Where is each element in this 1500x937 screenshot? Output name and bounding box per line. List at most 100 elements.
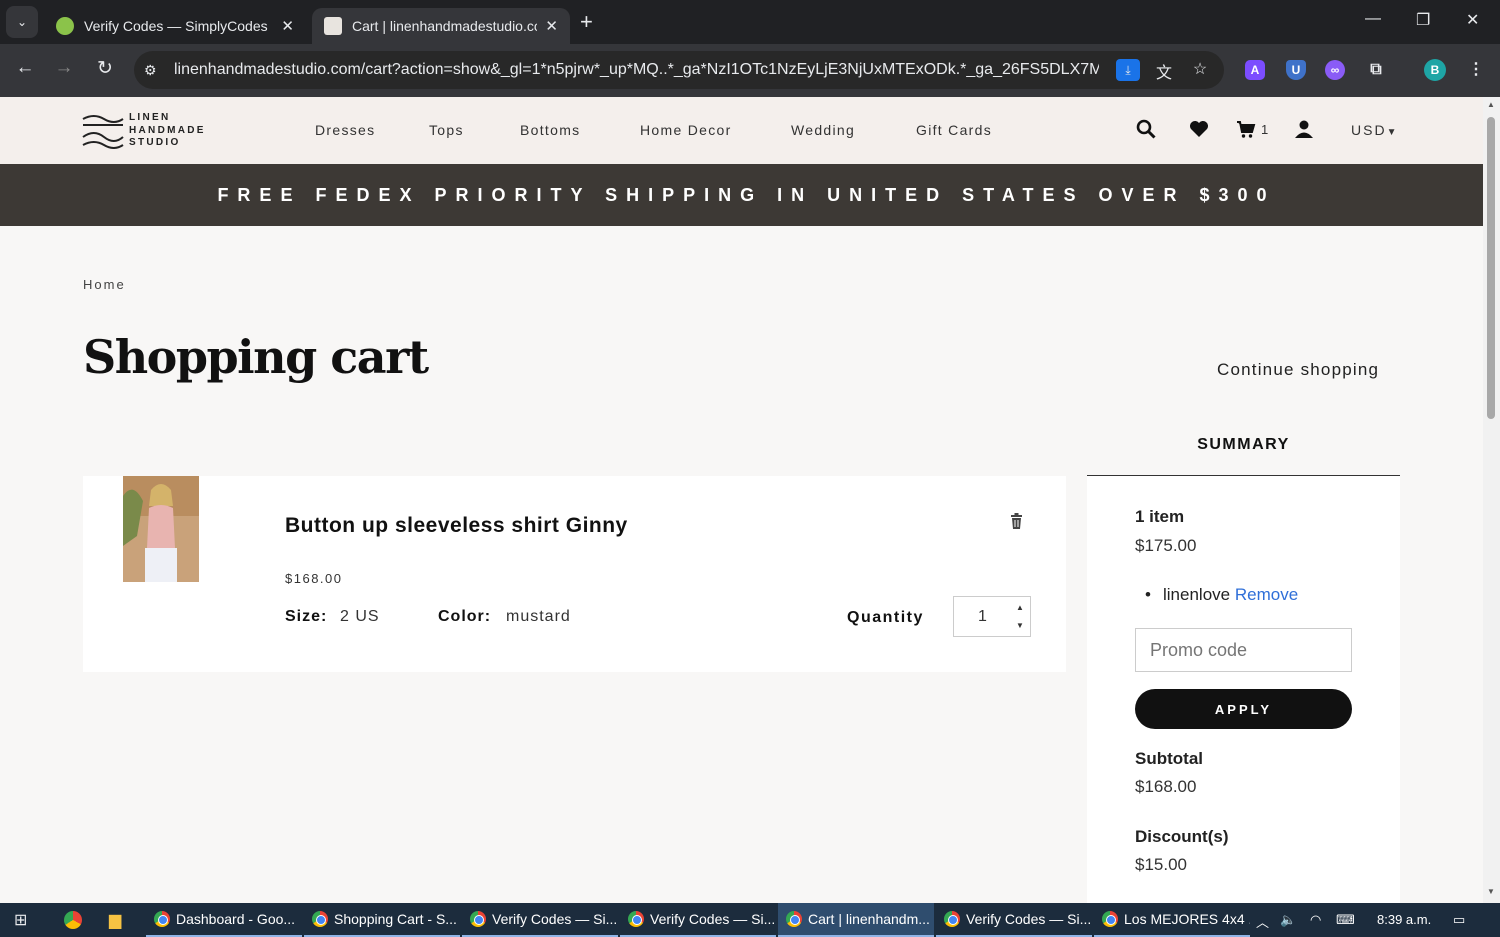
quantity-stepper[interactable]: 1 ▲ ▼ [953, 596, 1031, 637]
tab-search-button[interactable]: ⌄ [6, 6, 38, 38]
chrome-icon [944, 911, 960, 927]
cart-count-badge[interactable]: 1 [1261, 122, 1268, 137]
extension-a-icon[interactable]: A [1245, 60, 1265, 80]
page-scrollbar[interactable]: ▲ ▼ [1483, 97, 1500, 903]
browser-menu-icon[interactable]: ⋮ [1466, 60, 1486, 80]
nav-bottoms[interactable]: Bottoms [520, 122, 580, 138]
applied-promo-code: linenlove Remove [1145, 585, 1298, 605]
scrollbar-thumb[interactable] [1487, 117, 1495, 419]
chrome-icon [1102, 911, 1118, 927]
size-value: 2 US [340, 608, 380, 625]
cart-item: Button up sleeveless shirt Ginny $168.00… [83, 476, 1066, 672]
nav-dresses[interactable]: Dresses [315, 122, 375, 138]
reload-icon[interactable]: ↻ [92, 57, 118, 80]
decrement-icon[interactable]: ▼ [1016, 621, 1024, 630]
logo-waves-icon [82, 114, 124, 149]
extensions-puzzle-icon[interactable]: ⧉ [1366, 60, 1386, 80]
extension-swirl-icon[interactable]: ∞ [1325, 60, 1345, 80]
heart-icon[interactable] [1189, 119, 1209, 144]
wifi-icon[interactable]: ◠ [1310, 912, 1321, 928]
taskbar-app[interactable]: Cart | linenhandm... [778, 903, 934, 937]
logo-line: HANDMADE [129, 124, 206, 136]
quantity-label: Quantity [847, 609, 924, 626]
order-summary: 1 item $175.00 linenlove Remove APPLY Su… [1087, 476, 1400, 903]
remove-promo-link[interactable]: Remove [1235, 585, 1298, 604]
volume-icon[interactable]: 🔈 [1280, 912, 1296, 928]
translate-icon[interactable]: 文 [1152, 59, 1176, 82]
subtotal-label: Subtotal [1135, 749, 1203, 768]
extension-shield-icon[interactable]: U [1286, 60, 1306, 80]
keyboard-icon[interactable]: ⌨ [1336, 912, 1355, 928]
chrome-icon [628, 911, 644, 927]
color-label: Color: [438, 608, 492, 625]
chrome-icon [154, 911, 170, 927]
taskbar-app-title: Verify Codes — Si... [650, 911, 776, 927]
logo-text: LINEN HANDMADE STUDIO [129, 112, 206, 150]
start-grid-icon[interactable]: ⊞ [14, 910, 27, 930]
simplycodes-favicon-icon [56, 17, 74, 35]
site-logo[interactable]: LINEN HANDMADE STUDIO [82, 112, 206, 150]
apply-button[interactable]: APPLY [1135, 689, 1352, 729]
tray-chevron-up-icon[interactable]: ︿ [1256, 912, 1269, 931]
browser-tab-simplycodes[interactable]: Verify Codes — SimplyCodes ✕ [44, 8, 306, 44]
profile-avatar[interactable]: B [1424, 59, 1446, 81]
close-tab-icon[interactable]: ✕ [281, 17, 294, 35]
continue-shopping-link[interactable]: Continue shopping [1217, 360, 1379, 380]
new-tab-button[interactable]: + [580, 9, 593, 35]
taskbar-app-title: Verify Codes — Si... [492, 911, 618, 927]
product-thumbnail[interactable] [123, 476, 199, 582]
trash-icon[interactable] [1010, 513, 1023, 534]
breadcrumb-home[interactable]: Home [83, 277, 126, 292]
scroll-up-icon[interactable]: ▲ [1487, 100, 1495, 109]
nav-wedding[interactable]: Wedding [791, 122, 855, 138]
taskbar-app-title: Los MEJORES 4x4 ... [1124, 911, 1250, 927]
user-icon[interactable] [1294, 119, 1314, 144]
minimize-icon[interactable]: — [1365, 10, 1381, 28]
product-name[interactable]: Button up sleeveless shirt Ginny [285, 514, 628, 538]
quantity-value[interactable]: 1 [978, 608, 987, 626]
taskbar-app[interactable]: Los MEJORES 4x4 ... [1094, 903, 1250, 937]
site-header: LINEN HANDMADE STUDIO Dresses Tops Botto… [0, 97, 1483, 164]
product-price: $168.00 [285, 571, 343, 586]
forward-icon[interactable]: → [51, 57, 77, 79]
close-tab-icon[interactable]: ✕ [545, 17, 558, 35]
discount-value: $15.00 [1135, 855, 1187, 874]
file-explorer-icon[interactable]: ▆ [109, 910, 121, 930]
taskbar-app[interactable]: Dashboard - Goo... [146, 903, 302, 937]
cart-icon[interactable] [1236, 119, 1256, 144]
tab-title: Verify Codes — SimplyCodes [84, 18, 268, 34]
search-icon[interactable] [1136, 119, 1156, 144]
taskbar-app-title: Shopping Cart - S... [334, 911, 457, 927]
nav-home-decor[interactable]: Home Decor [640, 122, 732, 138]
chrome-pinned-icon[interactable] [64, 911, 82, 929]
clock-time[interactable]: 8:39 a.m. [1377, 912, 1431, 927]
notifications-icon[interactable]: ▭ [1453, 912, 1465, 928]
promo-code-input[interactable] [1135, 628, 1352, 672]
taskbar-app[interactable]: Verify Codes — Si... [936, 903, 1092, 937]
browser-toolbar: ← → ↻ ⚙ linenhandmadestudio.com/cart?act… [0, 44, 1500, 97]
size-label: Size: [285, 608, 328, 625]
url-text[interactable]: linenhandmadestudio.com/cart?action=show… [174, 61, 1099, 79]
bookmark-star-icon[interactable]: ☆ [1188, 59, 1212, 81]
site-info-icon[interactable]: ⚙ [144, 62, 164, 79]
chrome-icon [470, 911, 486, 927]
nav-tops[interactable]: Tops [429, 122, 464, 138]
taskbar-app[interactable]: Shopping Cart - S... [304, 903, 460, 937]
nav-gift-cards[interactable]: Gift Cards [916, 122, 992, 138]
back-icon[interactable]: ← [12, 57, 38, 79]
address-bar[interactable]: ⚙ linenhandmadestudio.com/cart?action=sh… [134, 51, 1224, 89]
currency-selector[interactable]: USD▼ [1351, 122, 1398, 138]
restore-icon[interactable]: ❐ [1416, 10, 1430, 30]
install-app-icon[interactable]: ⤓ [1116, 59, 1140, 81]
logo-line: LINEN [129, 112, 171, 123]
linen-favicon-icon [324, 17, 342, 35]
cart-page: Home Shopping cart Continue shopping But… [0, 226, 1483, 903]
browser-tab-cart[interactable]: Cart | linenhandmadestudio.com ✕ [312, 8, 570, 44]
taskbar-app[interactable]: Verify Codes — Si... [462, 903, 618, 937]
taskbar-app[interactable]: Verify Codes — Si... [620, 903, 776, 937]
scroll-down-icon[interactable]: ▼ [1487, 887, 1495, 896]
currency-label: USD [1351, 122, 1387, 138]
browser-tabstrip: ⌄ Verify Codes — SimplyCodes ✕ Cart | li… [0, 0, 1500, 44]
increment-icon[interactable]: ▲ [1016, 603, 1024, 612]
close-window-icon[interactable]: ✕ [1466, 10, 1479, 30]
